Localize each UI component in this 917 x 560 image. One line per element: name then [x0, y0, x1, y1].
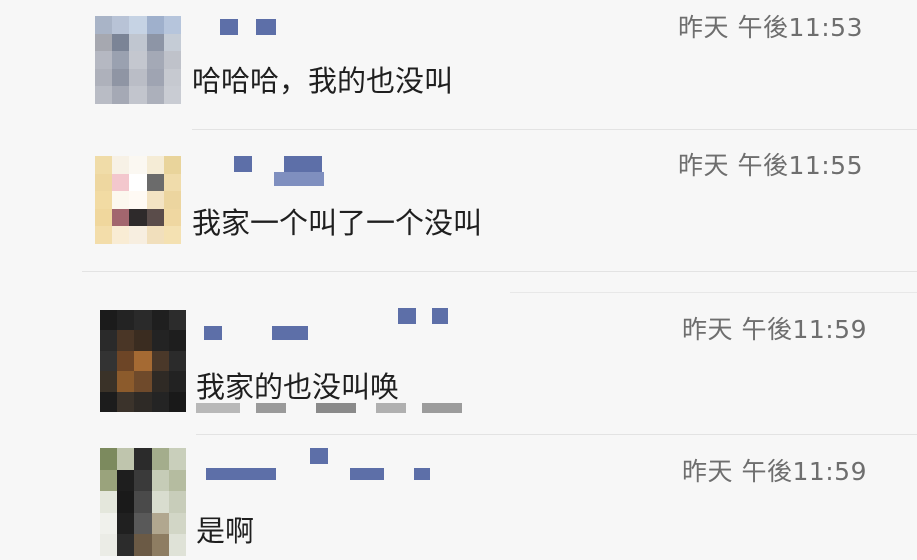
comment-timestamp: 昨天 午後11:59	[682, 457, 867, 486]
text-blur	[196, 403, 466, 415]
comment-text: 我家的也没叫唤	[196, 370, 400, 404]
divider	[510, 292, 917, 293]
comment-timestamp: 昨天 午後11:59	[682, 315, 867, 344]
comment-item[interactable]: 昨天 午後11:53 哈哈哈，我的也没叫	[0, 0, 917, 130]
username-blurred[interactable]	[200, 448, 440, 488]
username-blurred[interactable]	[200, 308, 460, 342]
username-blurred[interactable]	[210, 156, 330, 190]
comment-timestamp: 昨天 午後11:53	[678, 13, 863, 42]
avatar[interactable]	[100, 310, 186, 412]
comment-text: 是啊	[196, 514, 255, 548]
username-blurred[interactable]	[210, 19, 280, 37]
avatar[interactable]	[100, 448, 186, 556]
avatar[interactable]	[95, 16, 181, 104]
avatar[interactable]	[95, 156, 181, 244]
comment-item[interactable]: 昨天 午後11:59 是啊	[0, 434, 917, 560]
comment-text: 我家一个叫了一个没叫	[192, 206, 483, 240]
comment-item[interactable]: 昨天 午後11:55 我家一个叫了一个没叫	[0, 130, 917, 272]
comment-timestamp: 昨天 午後11:55	[678, 151, 863, 180]
comment-text: 哈哈哈，我的也没叫	[192, 64, 454, 98]
comment-item[interactable]: 昨天 午後11:59 我家的也没叫唤	[0, 272, 917, 435]
